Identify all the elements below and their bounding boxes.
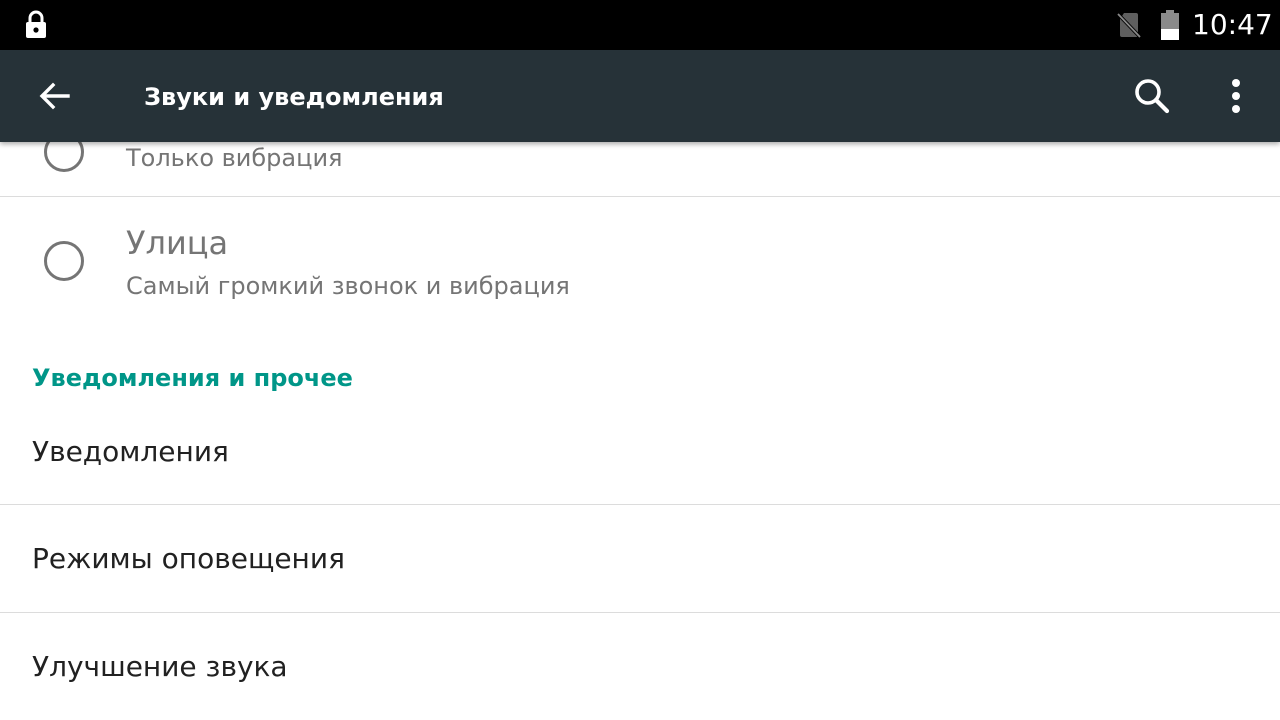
status-bar: 10:47 [0,0,1280,50]
list-item-label: Улучшение звука [32,650,288,683]
list-item-label: Режимы оповещения [32,542,345,575]
app-toolbar: Звуки и уведомления [0,50,1280,142]
profile-subtitle: Самый громкий звонок и вибрация [126,272,570,300]
list-item-alert-modes[interactable]: Режимы оповещения [0,505,1280,612]
radio-button[interactable] [44,241,84,281]
profile-item-outdoor[interactable]: Улица Самый громкий звонок и вибрация [0,197,1280,325]
page-title: Звуки и уведомления [144,83,444,111]
more-options-button[interactable] [1208,70,1264,122]
list-item-notifications[interactable]: Уведомления [0,398,1280,504]
search-icon [1135,79,1170,114]
battery-icon [1161,10,1179,40]
radio-button[interactable] [44,142,84,172]
back-arrow-icon [39,82,70,110]
status-clock: 10:47 [1192,8,1273,41]
section-header: Уведомления и прочее [32,364,353,392]
settings-list[interactable]: Только вибрация Улица Самый громкий звон… [0,142,1280,720]
profile-subtitle: Только вибрация [126,144,343,172]
more-vert-icon [1232,79,1240,113]
list-item-label: Уведомления [32,435,229,468]
profile-title: Улица [126,224,229,262]
back-button[interactable] [28,70,80,122]
profile-item-vibrate[interactable]: Только вибрация [0,142,1280,196]
list-item-sound-enhancement[interactable]: Улучшение звука [0,613,1280,720]
search-button[interactable] [1124,70,1180,122]
lock-icon [26,10,46,38]
no-sim-icon [1116,12,1142,39]
